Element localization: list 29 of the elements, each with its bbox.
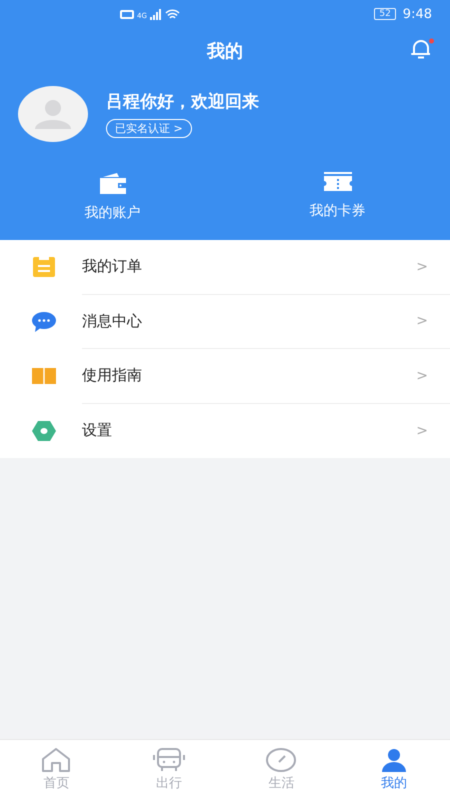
home-icon bbox=[41, 748, 72, 772]
menu-item[interactable]: 我的订单 > bbox=[0, 240, 450, 294]
hd-icon bbox=[120, 10, 134, 18]
tab-item[interactable]: 首页 bbox=[0, 740, 112, 800]
tab-item[interactable]: 生活 bbox=[225, 740, 338, 800]
avatar[interactable] bbox=[18, 86, 88, 142]
tab-item[interactable]: 出行 bbox=[112, 740, 225, 800]
compass-icon bbox=[265, 748, 298, 772]
bus-icon bbox=[152, 748, 185, 772]
shortcut-item[interactable]: 我的账户 bbox=[0, 172, 225, 222]
menu-item[interactable]: 使用指南 > bbox=[0, 349, 450, 404]
shortcut-item[interactable]: 我的卡券 bbox=[225, 172, 450, 222]
page-title: 我的 bbox=[207, 40, 243, 63]
wifi-icon bbox=[164, 8, 180, 20]
battery-indicator: 52 bbox=[374, 8, 396, 20]
greeting-text: 吕程你好，欢迎回来 bbox=[106, 91, 259, 113]
signal-icon bbox=[150, 8, 162, 20]
wallet-icon bbox=[98, 172, 128, 196]
tab-item[interactable]: 我的 bbox=[338, 740, 450, 800]
clipboard-icon bbox=[32, 257, 56, 278]
settings-icon bbox=[32, 420, 56, 441]
notification-button[interactable] bbox=[410, 38, 434, 60]
chat-bubble-icon bbox=[32, 312, 56, 332]
verification-badge[interactable]: 已实名认证 > bbox=[106, 119, 192, 138]
menu-item[interactable]: 设置 > bbox=[0, 404, 450, 458]
ticket-icon bbox=[322, 172, 352, 194]
book-icon bbox=[32, 368, 56, 384]
menu-item[interactable]: 消息中心 > bbox=[0, 294, 450, 349]
clock: 9:48 bbox=[402, 6, 432, 22]
